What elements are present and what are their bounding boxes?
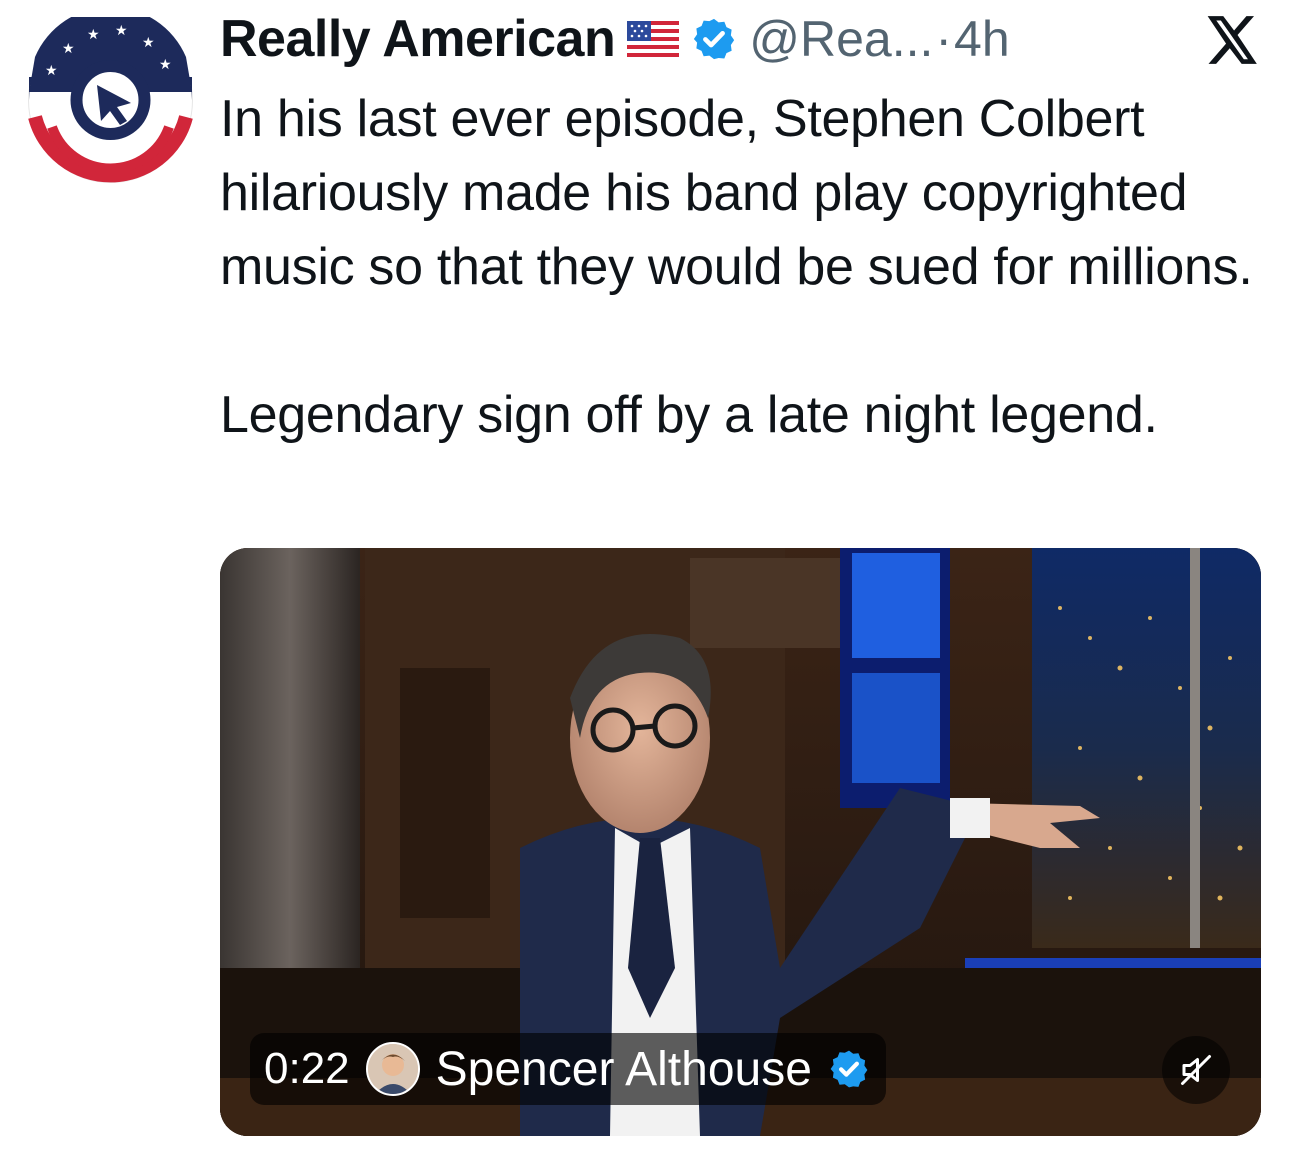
timestamp[interactable]: 4h	[954, 10, 1010, 68]
creator-name[interactable]: Spencer Althouse	[436, 1042, 812, 1097]
tweet-header: Really American @Rea... · 4h	[220, 6, 1010, 72]
svg-text:★: ★	[87, 27, 100, 43]
tweet-text: In his last ever episode, Stephen Colber…	[220, 82, 1270, 452]
profile-avatar[interactable]: ★ ★ ★ ★ ★ ★	[27, 6, 194, 184]
svg-text:★: ★	[45, 63, 58, 79]
video-info-pill: 0:22 Spencer Althouse	[250, 1033, 886, 1105]
svg-text:★: ★	[62, 41, 75, 57]
tweet-paragraph: In his last ever episode, Stephen Colber…	[220, 90, 1253, 296]
x-logo-icon	[1207, 16, 1259, 64]
mute-button[interactable]	[1162, 1036, 1230, 1104]
video-duration: 0:22	[264, 1044, 350, 1093]
svg-text:★: ★	[142, 35, 155, 51]
separator-dot: ·	[935, 11, 953, 67]
creator-verified-badge-icon	[828, 1048, 870, 1090]
muted-speaker-icon	[1181, 1055, 1211, 1085]
creator-avatar[interactable]	[365, 1042, 420, 1096]
verified-badge-icon	[691, 16, 737, 62]
tweet-paragraph: Legendary sign off by a late night legen…	[220, 386, 1158, 444]
display-name[interactable]: Really American	[220, 9, 616, 69]
handle[interactable]: @Rea...	[749, 10, 933, 68]
svg-text:★: ★	[159, 57, 172, 73]
us-flag-icon	[627, 21, 680, 57]
svg-text:★: ★	[115, 23, 128, 39]
video-player[interactable]: 0:22 Spencer Althouse	[220, 548, 1261, 1136]
really-american-logo-icon: ★★ ★ ★★★	[28, 6, 193, 183]
